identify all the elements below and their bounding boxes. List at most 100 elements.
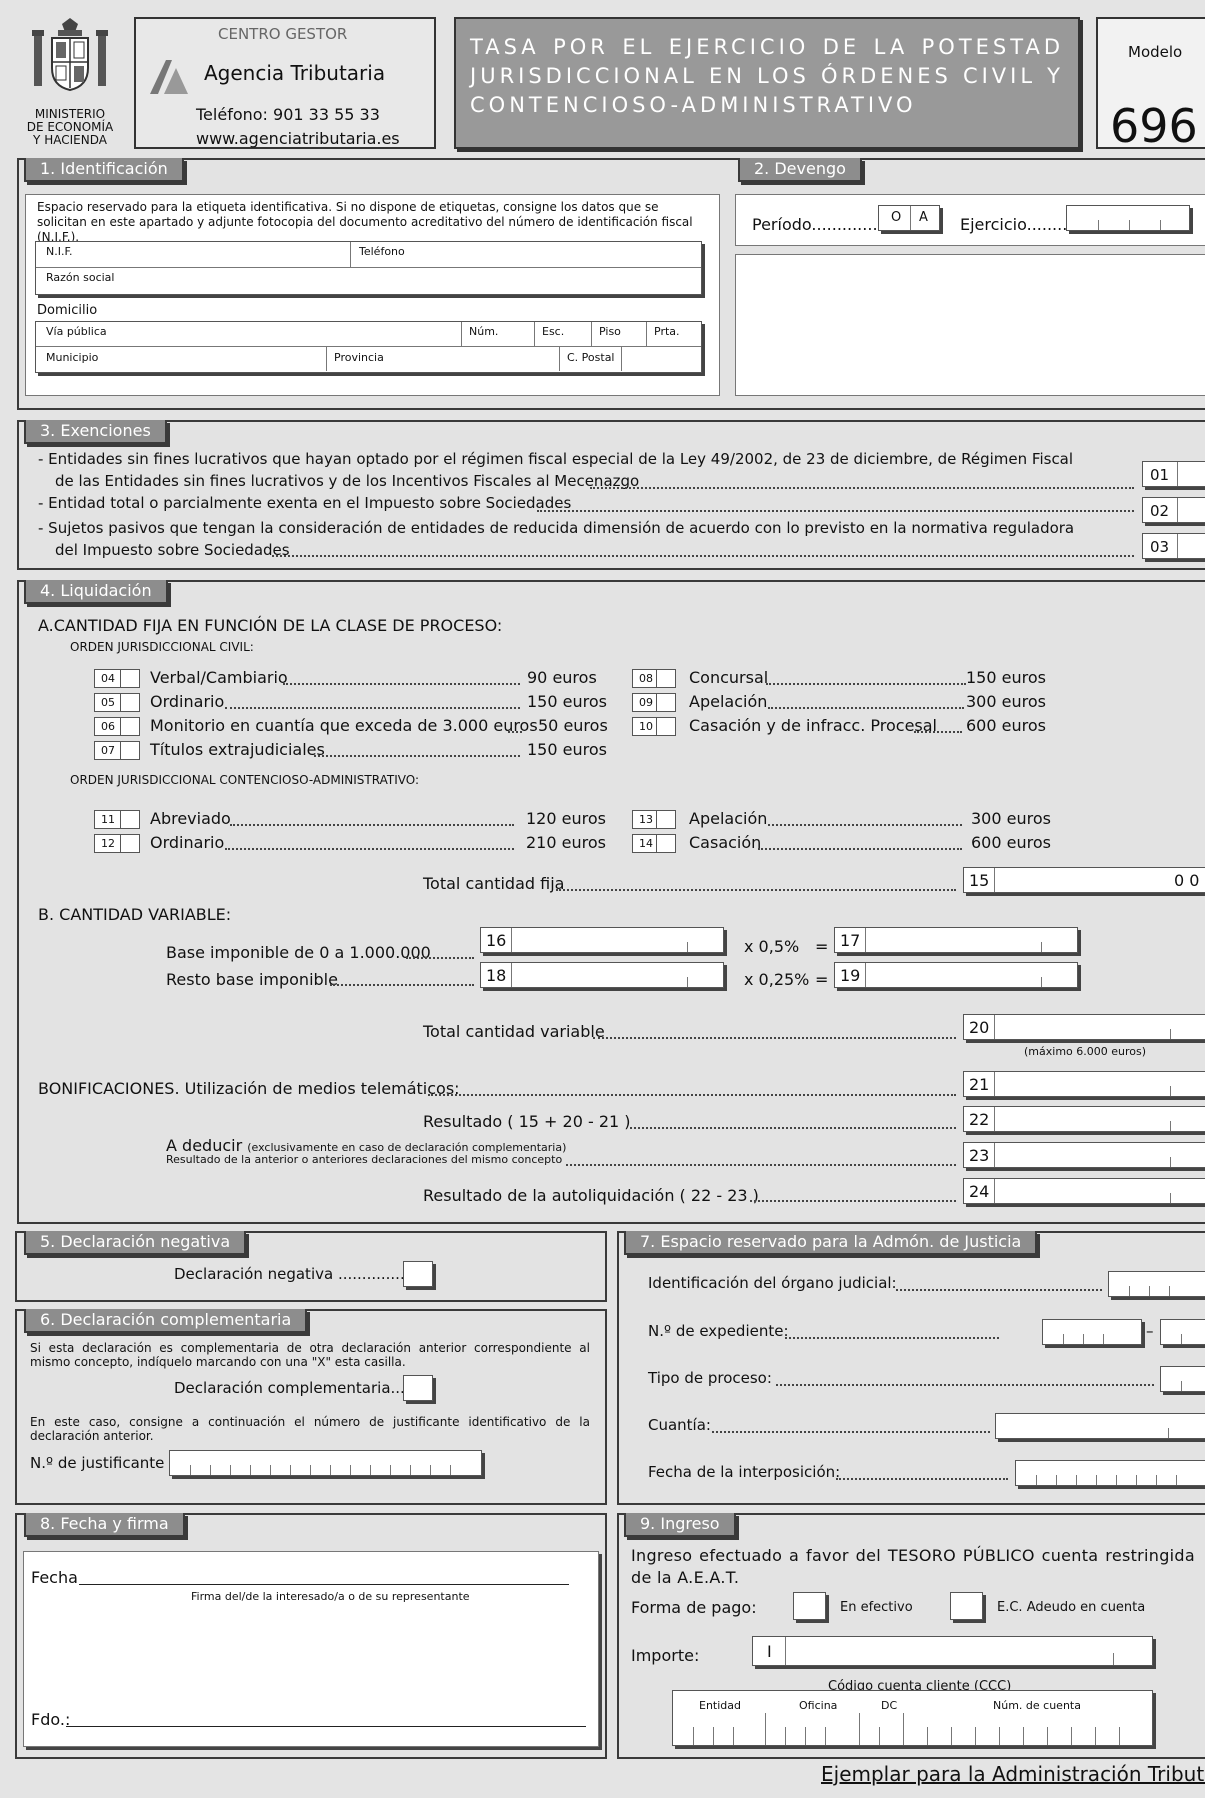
fecha-interposicion-label: Fecha de la interposición: <box>648 1463 841 1481</box>
coat-of-arms-logo <box>28 14 112 104</box>
agency-phone: Teléfono: 901 33 55 33 <box>196 105 380 124</box>
box-23-a-deducir[interactable]: 23 <box>963 1142 1205 1168</box>
forma-pago-label: Forma de pago: <box>631 1598 757 1617</box>
section-6-tab: 6. Declaración complementaria <box>24 1309 308 1333</box>
importe-label: Importe: <box>631 1646 700 1665</box>
casilla-11-checkbox[interactable] <box>120 810 140 829</box>
fecha-label: Fecha <box>31 1568 78 1587</box>
ccc-field[interactable]: Entidad Oficina DC Núm. de cuenta <box>672 1690 1153 1746</box>
casilla-05-label: Ordinario <box>150 692 225 711</box>
exencion-03-box[interactable]: 03 <box>1142 533 1205 559</box>
fdo-label: Fdo.: <box>31 1710 71 1729</box>
centro-gestor-label: CENTRO GESTOR <box>218 25 348 43</box>
cuantia-field[interactable] <box>995 1413 1205 1439</box>
justificante-note: En este caso, consigne a continuación el… <box>30 1415 590 1443</box>
ccc-dc-label: DC <box>881 1699 898 1712</box>
casilla-05-checkbox[interactable] <box>120 693 140 712</box>
section-9-tab: 9. Ingreso <box>624 1513 736 1537</box>
ministry-name: MINISTERIO DE ECONOMÍA Y HACIENDA <box>26 107 114 147</box>
casilla-11-code: 11 <box>94 810 122 829</box>
num-label: Núm. <box>469 325 499 338</box>
casilla-14-checkbox[interactable] <box>656 834 676 853</box>
complementaria-checkbox[interactable] <box>403 1375 433 1401</box>
prta-label: Prta. <box>654 325 680 338</box>
casilla-09-label: Apelación <box>689 692 768 711</box>
fecha-interposicion-field[interactable] <box>1015 1460 1205 1486</box>
ccc-cuenta-label: Núm. de cuenta <box>993 1699 1081 1712</box>
modelo-number: 696 <box>1110 99 1198 153</box>
expediente-field[interactable] <box>1042 1319 1142 1345</box>
casilla-07-code: 07 <box>94 741 122 760</box>
cuantia-label: Cuantía: <box>648 1416 711 1434</box>
ejercicio-label: Ejercicio.......... <box>960 215 1078 234</box>
orden-civil-label: ORDEN JURISDICCIONAL CIVIL: <box>70 640 254 654</box>
casilla-07-label: Títulos extrajudiciales <box>150 740 325 759</box>
casilla-04-label: Verbal/Cambiario <box>150 668 288 687</box>
casilla-08-label: Concursal <box>689 668 769 687</box>
box-20-total-variable[interactable]: 20 <box>963 1014 1205 1040</box>
declaracion-negativa-checkbox[interactable] <box>403 1261 433 1287</box>
casilla-09-checkbox[interactable] <box>656 693 676 712</box>
casilla-11-label: Abreviado <box>150 809 231 828</box>
cpostal-label: C. Postal <box>567 351 615 364</box>
efectivo-label: En efectivo <box>840 1600 913 1615</box>
casilla-07-amount: 150 euros <box>527 740 607 759</box>
equals-sign-2: = <box>815 970 829 989</box>
expediente-year-field[interactable] <box>1160 1319 1205 1345</box>
casilla-14-label: Casación <box>689 833 762 852</box>
box-22-resultado[interactable]: 22 <box>963 1106 1205 1132</box>
equals-sign-1: = <box>815 937 829 956</box>
importe-field[interactable]: I <box>752 1636 1153 1666</box>
municipio-label: Municipio <box>46 351 99 364</box>
casilla-06-amount: 50 euros <box>538 716 608 735</box>
identification-note: Espacio reservado para la etiqueta ident… <box>37 200 693 244</box>
box-15-total-fija[interactable]: 15 0 0 <box>963 867 1205 893</box>
firma-area[interactable]: Fecha Firma del/de la interesado/a o de … <box>23 1551 599 1747</box>
identification-area: Espacio reservado para la etiqueta ident… <box>25 194 720 396</box>
casilla-13-label: Apelación <box>689 809 768 828</box>
casilla-11-amount: 120 euros <box>526 809 606 828</box>
casilla-08-checkbox[interactable] <box>656 669 676 688</box>
exencion-01-box[interactable]: 01 <box>1142 461 1205 487</box>
box-24-autoliquidacion[interactable]: 24 <box>963 1178 1205 1204</box>
nif-label: N.I.F. <box>46 245 73 258</box>
casilla-10-amount: 600 euros <box>966 716 1046 735</box>
justificante-field[interactable] <box>169 1450 482 1476</box>
rate-05-label: x 0,5% <box>744 937 800 956</box>
modelo-label: Modelo <box>1128 43 1183 61</box>
periodo-field[interactable]: O A <box>878 205 940 231</box>
box-16-base[interactable]: 16 <box>480 927 724 953</box>
box-21-bonificaciones[interactable]: 21 <box>963 1071 1205 1097</box>
ingreso-text: Ingreso efectuado a favor del TESORO PÚB… <box>631 1546 1195 1587</box>
efectivo-checkbox[interactable] <box>793 1592 826 1620</box>
ejercicio-field[interactable] <box>1066 205 1190 231</box>
organo-judicial-field[interactable] <box>1108 1271 1205 1297</box>
box-17-cuota[interactable]: 17 <box>834 927 1078 953</box>
base-imponible-1-label: Base imponible de 0 a 1.000.000 <box>166 943 431 962</box>
adeudo-checkbox[interactable] <box>950 1592 983 1620</box>
box-18-resto-base[interactable]: 18 <box>480 962 724 988</box>
adeudo-label: E.C. Adeudo en cuenta <box>997 1600 1146 1615</box>
complementaria-note: Si esta declaración es complementaria de… <box>30 1341 590 1369</box>
exencion-02-box[interactable]: 02 <box>1142 497 1205 523</box>
periodo-label: Período................. <box>752 215 898 234</box>
casilla-13-checkbox[interactable] <box>656 810 676 829</box>
tipo-proceso-field[interactable] <box>1160 1366 1205 1392</box>
section-8-tab: 8. Fecha y firma <box>24 1513 185 1537</box>
casilla-06-checkbox[interactable] <box>120 717 140 736</box>
orden-contencioso-label: ORDEN JURISDICCIONAL CONTENCIOSO-ADMINIS… <box>70 773 420 787</box>
casilla-08-amount: 150 euros <box>966 668 1046 687</box>
provincia-label: Provincia <box>334 351 384 364</box>
razon-social-label: Razón social <box>46 271 115 284</box>
casilla-12-checkbox[interactable] <box>120 834 140 853</box>
cantidad-fija-title: A.CANTIDAD FIJA EN FUNCIÓN DE LA CLASE D… <box>38 616 503 635</box>
box-19-cuota[interactable]: 19 <box>834 962 1078 988</box>
total-fija-label: Total cantidad fija <box>423 874 565 893</box>
complementaria-label: Declaración complementaria....... <box>174 1379 424 1397</box>
casilla-07-checkbox[interactable] <box>120 741 140 760</box>
domicilio-label: Domicilio <box>37 303 98 318</box>
devengo-area: Período................. O A Ejercicio..… <box>735 194 1205 246</box>
expediente-dash: – <box>1146 1322 1154 1340</box>
casilla-10-checkbox[interactable] <box>656 717 676 736</box>
casilla-04-checkbox[interactable] <box>120 669 140 688</box>
